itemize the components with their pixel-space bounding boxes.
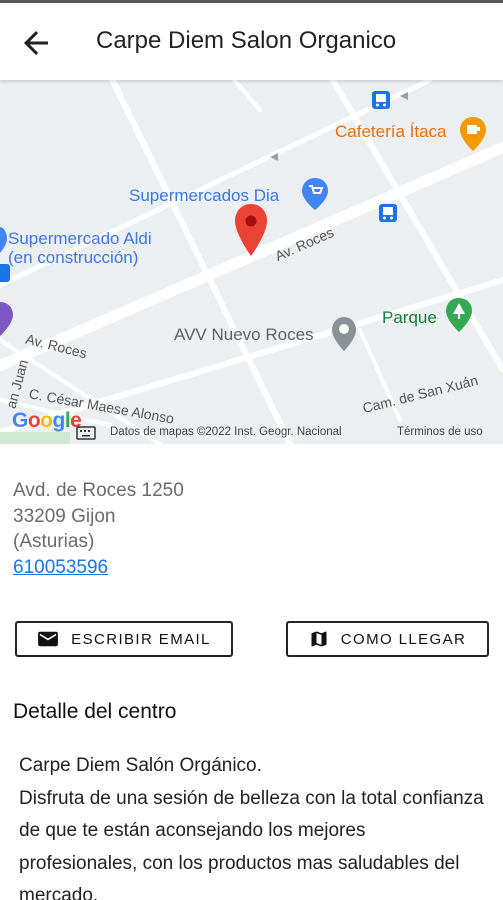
place-aldi[interactable]: Supermercado Aldi (en construcción) [8,229,152,268]
directions-button[interactable]: COMO LLEGAR [286,621,489,657]
address-postal-city: 33209 Gijon [13,505,116,527]
map-icon [309,629,329,649]
place-parque[interactable]: Parque [382,308,437,328]
place-aldi-line2: (en construcción) [8,248,139,267]
shopping-pin-icon [0,227,7,253]
app-bar: Carpe Diem Salon Organico [0,0,503,80]
place-avv-nuevo-roces[interactable]: AVV Nuevo Roces [174,325,314,345]
email-button-label: ESCRIBIR EMAIL [71,630,211,648]
cafe-pin-icon [460,117,486,151]
directions-button-label: COMO LLEGAR [340,630,467,648]
google-logo: Google [12,409,82,432]
address-street: Avd. de Roces 1250 [13,480,184,501]
arrow-back-icon [24,31,48,55]
shopping-cart-pin-icon [302,178,328,210]
bus-stop-icon [372,91,390,109]
place-pin-icon [0,302,13,336]
address-block: Avd. de Roces 1250 33209 Gijon (Asturias… [13,478,184,580]
phone-link[interactable]: 610053596 [13,555,184,581]
bus-stop-icon [379,204,397,222]
detail-line-1: Carpe Diem Salón Orgánico. [19,755,262,776]
landmark-pin-icon [332,317,356,351]
map-view[interactable]: Cafetería Ítaca Supermercados Dia Superm… [0,80,503,444]
place-aldi-line1: Supermercado Aldi [8,229,152,248]
park-pin-icon [446,298,472,332]
keyboard-icon[interactable] [76,426,96,440]
section-title-detalle: Detalle del centro [13,700,177,723]
place-cafeteria[interactable]: Cafetería Ítaca [335,122,447,142]
detail-line-2: Disfruta de una sesión de belleza con la… [19,787,484,900]
page-title: Carpe Diem Salon Organico [96,27,397,54]
mail-icon [37,630,59,648]
detail-description: Carpe Diem Salón Orgánico. Disfruta de u… [19,750,489,900]
back-button[interactable] [18,25,54,61]
email-button[interactable]: ESCRIBIR EMAIL [15,621,233,657]
map-attribution: Datos de mapas ©2022 Inst. Geogr. Nacion… [110,426,342,438]
address-region: (Asturias) [13,531,95,552]
map-terms-link[interactable]: Términos de uso [397,426,483,438]
location-pin-icon[interactable] [232,202,270,258]
